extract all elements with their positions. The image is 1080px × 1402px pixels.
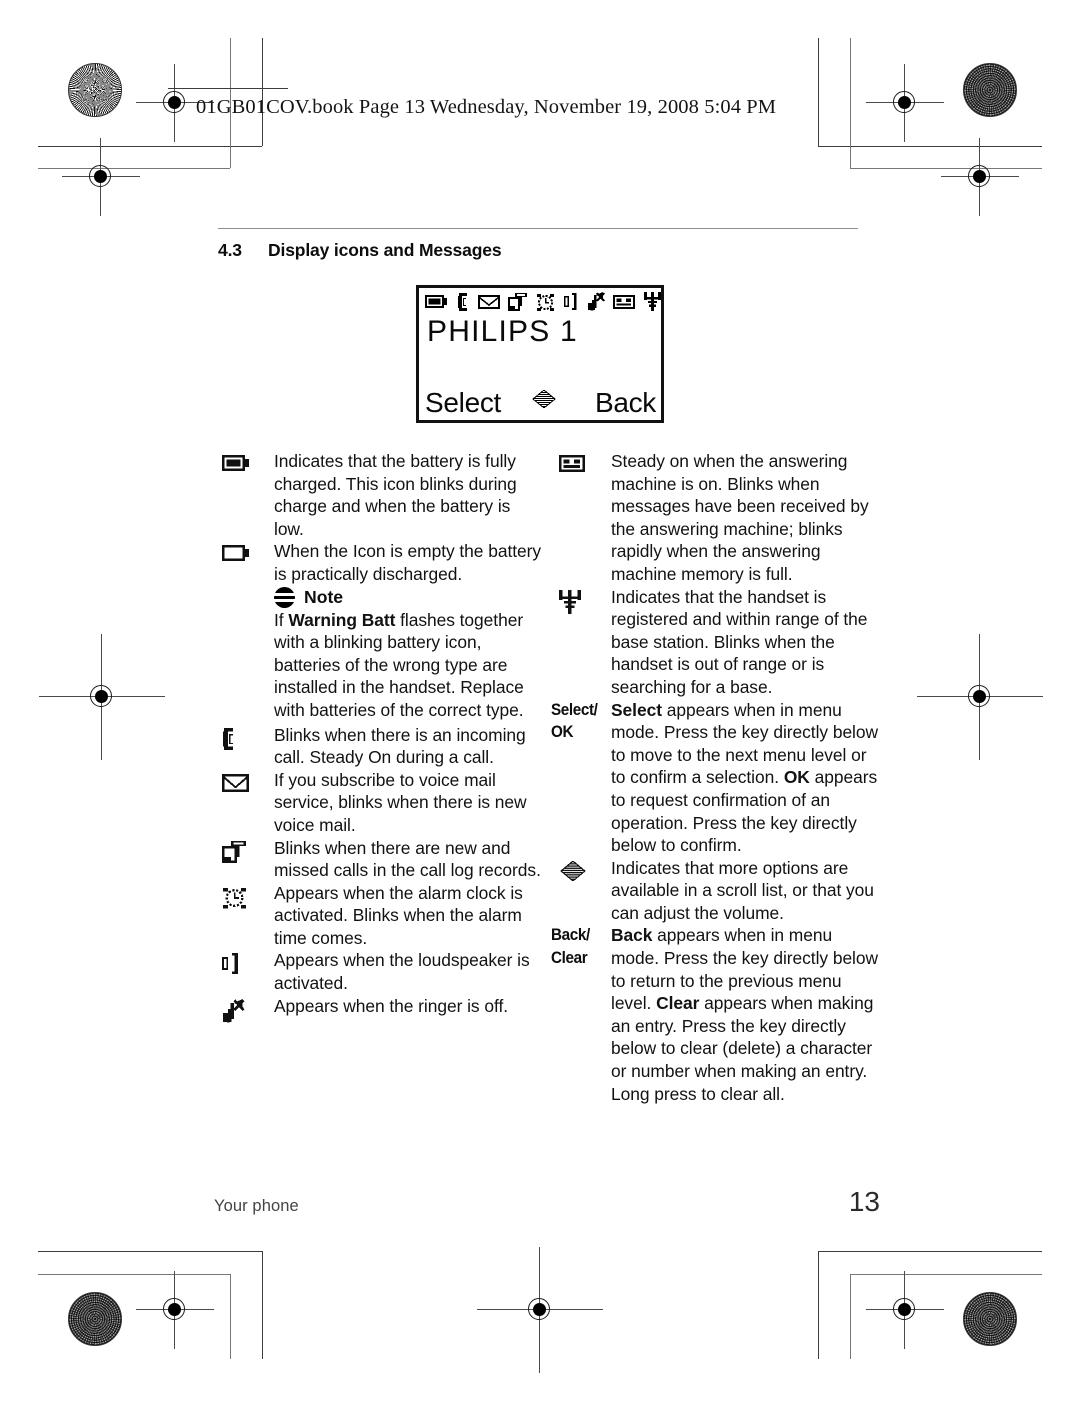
ringer-off-icon xyxy=(587,292,605,316)
list-item-text: When the Icon is empty the battery is pr… xyxy=(274,541,542,584)
list-item-text: Appears when the loudspeaker is activate… xyxy=(274,950,530,994)
list-item: Appears when the alarm clock is activate… xyxy=(212,882,542,950)
list-item-text: Indicates that more options are availabl… xyxy=(611,857,874,923)
right-icon-description-column: Steady on when the answering machine is … xyxy=(549,450,879,1105)
note-header: Note xyxy=(274,586,542,608)
scroll-diamond-icon xyxy=(531,389,557,409)
lcd-status-icon-row xyxy=(425,292,661,316)
note-body-prefix: If xyxy=(274,609,289,630)
envelope-voicemail-icon xyxy=(212,769,274,793)
alarm-clock-icon xyxy=(536,293,555,316)
softkey-label-line2: OK xyxy=(551,723,574,742)
bold-lead-select: Select xyxy=(611,699,662,720)
note-body: If Warning Batt flashes together with a … xyxy=(274,609,542,722)
list-item: Indicates that the battery is fully char… xyxy=(212,450,542,540)
answering-machine-icon xyxy=(613,294,636,315)
list-item: Indicates that the handset is registered… xyxy=(549,586,879,699)
softkey-label-line1: Select/ xyxy=(551,700,598,719)
scroll-diamond-icon xyxy=(549,857,611,881)
envelope-voicemail-icon xyxy=(477,294,500,315)
lcd-softkey-left[interactable]: Select xyxy=(425,387,501,419)
list-item-text: Appears when the ringer is off. xyxy=(274,995,509,1016)
list-item: Blinks when there are new and missed cal… xyxy=(212,837,542,882)
page-number: 13 xyxy=(848,1186,880,1217)
list-item-text: If you subscribe to voice mail service, … xyxy=(274,769,527,835)
softkey-label-back-clear: Back/ Clear xyxy=(549,924,611,969)
list-item: Blinks when there is an incoming call. S… xyxy=(212,724,542,769)
lcd-softkey-right[interactable]: Back xyxy=(595,387,656,419)
answering-machine-icon xyxy=(549,450,611,473)
note-title: Note xyxy=(304,586,344,607)
lcd-screen-mockup: PHILIPS 1 Select Back xyxy=(416,285,664,423)
list-item: If you subscribe to voice mail service, … xyxy=(212,769,542,837)
list-item: Indicates that more options are availabl… xyxy=(549,857,879,925)
phone-handset-icon xyxy=(457,292,469,316)
ringer-off-icon xyxy=(212,995,274,1023)
battery-full-icon xyxy=(212,450,274,472)
list-item: When the Icon is empty the battery is pr… xyxy=(212,540,542,585)
note-body-bold: Warning Batt xyxy=(288,609,396,630)
list-item: Steady on when the answering machine is … xyxy=(549,450,879,586)
section-number: 4.3 xyxy=(218,240,242,260)
page-content: 4.3 Display icons and Messages PHILIPS 1… xyxy=(0,0,1080,1402)
list-item: Select/ OK Select appears when in menu m… xyxy=(549,699,879,857)
battery-empty-icon xyxy=(212,540,274,562)
call-log-icon xyxy=(212,837,274,863)
list-item-text: Indicates that the handset is registered… xyxy=(611,586,868,697)
list-item-text: Blinks when there is an incoming call. S… xyxy=(274,724,526,768)
note-icon xyxy=(274,586,295,608)
list-item-text: Back appears when in menu mode. Press th… xyxy=(611,924,879,1105)
call-log-icon xyxy=(508,292,528,316)
bold-lead-clear: Clear xyxy=(656,993,700,1014)
list-item: Appears when the loudspeaker is activate… xyxy=(212,949,542,994)
left-icon-description-column: Indicates that the battery is fully char… xyxy=(212,450,542,1023)
battery-icon xyxy=(425,294,448,315)
footer-section-label: Your phone xyxy=(214,1197,299,1215)
loudspeaker-icon xyxy=(212,949,274,975)
list-item-text: Appears when the alarm clock is activate… xyxy=(274,882,523,948)
softkey-label-line2: Clear xyxy=(551,949,588,968)
antenna-signal-icon xyxy=(644,292,661,316)
loudspeaker-icon xyxy=(563,293,578,315)
antenna-signal-icon xyxy=(549,586,611,614)
softkey-label-select-ok: Select/ OK xyxy=(549,699,611,744)
section-divider xyxy=(218,228,858,230)
page-title: Display icons and Messages xyxy=(268,240,502,260)
list-item: Appears when the ringer is off. xyxy=(212,995,542,1023)
clear-description: appears when making an entry. Press the … xyxy=(611,993,874,1104)
list-item-text: Steady on when the answering machine is … xyxy=(611,451,869,584)
lcd-title-text: PHILIPS 1 xyxy=(427,315,578,348)
list-item-text: Indicates that the battery is fully char… xyxy=(274,451,517,539)
phone-handset-icon xyxy=(212,724,274,750)
bold-lead-ok: OK xyxy=(783,767,810,788)
list-item-text: Blinks when there are new and missed cal… xyxy=(274,837,541,881)
list-item-text: Select appears when in menu mode. Press … xyxy=(611,699,879,857)
list-item: Back/ Clear Back appears when in menu mo… xyxy=(549,924,879,1105)
bold-lead-back: Back xyxy=(611,925,653,946)
alarm-clock-icon xyxy=(212,882,274,909)
softkey-label-line1: Back/ xyxy=(551,926,590,945)
note-callout: Note If Warning Batt flashes together wi… xyxy=(274,586,542,722)
